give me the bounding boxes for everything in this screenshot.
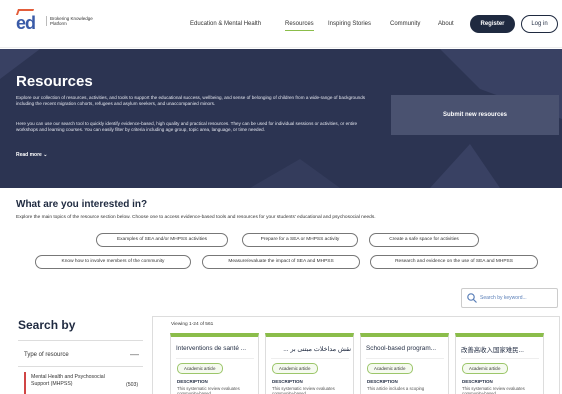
filter-option-mhpss[interactable]: Mental Health and Psychosocial Support (…: [24, 372, 144, 394]
divider: [18, 340, 143, 341]
resource-card[interactable]: Interventions de santé ... Academic arti…: [170, 333, 259, 394]
topic-pill-community[interactable]: Know how to involve members of the commu…: [35, 255, 191, 269]
nav-inspiring-stories[interactable]: Inspiring Stories: [328, 21, 371, 27]
card-badge: Academic article: [272, 363, 318, 374]
resource-card[interactable]: نقش مداخلات مبتنی بر ... Academic articl…: [265, 333, 354, 394]
card-description-label: DESCRIPTION: [462, 379, 493, 384]
card-description: This article includes a scoping: [367, 386, 425, 391]
site-header: ed Brokering Knowledge Platform Educatio…: [0, 0, 562, 48]
submit-resources-button[interactable]: Submit new resources: [391, 95, 559, 135]
interests-heading: What are you interested in?: [16, 199, 148, 210]
card-badge: Academic article: [462, 363, 508, 374]
topic-pill-examples[interactable]: Examples of SEA and/or MHPSS activities: [96, 233, 228, 247]
nav-about[interactable]: About: [438, 21, 454, 27]
search-by-heading: Search by: [18, 318, 76, 332]
card-description-label: DESCRIPTION: [367, 379, 398, 384]
card-title[interactable]: School-based program...: [366, 345, 446, 352]
interests-description: Explore the main topics of the resource …: [16, 215, 376, 220]
divider: [271, 358, 349, 359]
card-description-label: DESCRIPTION: [177, 379, 208, 384]
read-more-label: Read more: [16, 152, 42, 158]
card-badge: Academic article: [367, 363, 413, 374]
filter-option-label: Mental Health and Psychosocial Support (…: [31, 374, 105, 387]
card-title[interactable]: Interventions de santé ...: [176, 345, 256, 352]
topic-pill-prepare[interactable]: Prepare for a SEA or MHPSS activity: [242, 233, 358, 247]
card-description-label: DESCRIPTION: [272, 379, 303, 384]
card-description: This systematic review evaluates communi…: [177, 386, 240, 394]
topic-pill-research[interactable]: Research and evidence on the use of SEA …: [370, 255, 538, 269]
card-title[interactable]: 改善高收入国家难民...: [461, 345, 541, 354]
card-badge: Academic article: [177, 363, 223, 374]
search-icon: [467, 293, 477, 303]
site-logo[interactable]: ed Brokering Knowledge Platform: [15, 9, 96, 34]
divider: [366, 358, 444, 359]
divider: [461, 358, 539, 359]
hero-search-text: Here you can use our search tool to quic…: [16, 121, 358, 132]
resource-card[interactable]: 改善高收入国家难民... Academic article DESCRIPTIO…: [455, 333, 544, 394]
register-button[interactable]: Register: [470, 15, 515, 33]
logo-text: Brokering Knowledge Platform: [46, 16, 96, 27]
logo-mark: ed: [16, 13, 36, 33]
card-description: This systematic review evaluates communi…: [272, 386, 335, 394]
login-button[interactable]: Log in: [521, 15, 558, 33]
topic-pill-measure[interactable]: Measure/evaluate the impact of SEA and M…: [202, 255, 360, 269]
topic-pill-safe-space[interactable]: Create a safe space for activities: [369, 233, 479, 247]
page-title: Resources: [16, 73, 93, 90]
card-description: This systematic review evaluates communi…: [462, 386, 525, 394]
resource-card[interactable]: School-based program... Academic article…: [360, 333, 449, 394]
divider: [176, 358, 254, 359]
chevron-down-icon: ⌄: [43, 152, 48, 158]
nav-resources[interactable]: Resources: [285, 21, 314, 31]
hero-banner: Resources Explore our collection of reso…: [0, 49, 562, 188]
filter-option-count: (503): [126, 382, 139, 388]
hero-intro-text: Explore our collection of resources, act…: [16, 95, 366, 106]
read-more-link[interactable]: Read more ⌄: [16, 152, 47, 158]
nav-community[interactable]: Community: [390, 21, 420, 27]
collapse-icon[interactable]: —: [130, 349, 139, 359]
card-title[interactable]: نقش مداخلات مبتنی بر ...: [271, 345, 351, 353]
nav-education-mental-health[interactable]: Education & Mental Health: [190, 21, 261, 27]
results-count: Viewing 1-24 of 561: [171, 322, 214, 327]
divider: [18, 366, 143, 367]
filter-type-of-resource[interactable]: Type of resource: [24, 352, 69, 358]
